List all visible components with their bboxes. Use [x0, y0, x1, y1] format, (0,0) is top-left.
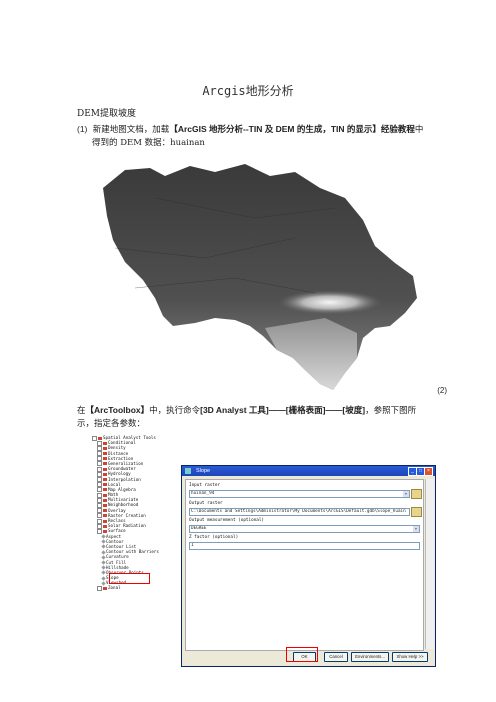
toolbox-icon — [103, 514, 107, 518]
toolbox-icon — [103, 483, 107, 487]
z-factor-field[interactable]: 1 — [189, 542, 420, 550]
toolbox-icon — [103, 457, 107, 461]
tool-icon — [185, 468, 191, 474]
toolbox-icon — [103, 519, 107, 523]
cancel-button[interactable]: Cancel — [324, 652, 348, 662]
toolbox-icon — [103, 493, 107, 497]
show-help-button[interactable]: Show Help >> — [392, 652, 428, 662]
toolbox-icon — [103, 524, 107, 528]
para2-pre: 在 — [77, 406, 86, 416]
dem-map-image — [103, 164, 417, 390]
toolbox-icon — [103, 498, 107, 502]
output-raster-field[interactable]: C:\Documents and Settings\Administrator\… — [189, 508, 410, 516]
input-raster-field[interactable]: huinan_94 ▾ — [189, 490, 410, 498]
dialog-scrollbar[interactable] — [425, 479, 434, 649]
z-factor-label: Z factor (optional) — [189, 535, 239, 540]
output-measurement-select[interactable]: DEGREE ▾ — [189, 525, 420, 533]
environments-button[interactable]: Environments... — [351, 652, 389, 662]
toolbox-icon — [103, 529, 107, 533]
expand-icon[interactable] — [97, 585, 102, 591]
tree-item-label: Zonal — [108, 585, 121, 591]
z-factor-value: 1 — [191, 543, 194, 548]
paragraph-2: 在【ArcToolbox】中，执行命令[3D Analyst 工具]——[栅格表… — [77, 404, 437, 417]
para2-line2: 示，指定各参数： — [77, 419, 146, 429]
toolbox-icon — [103, 503, 107, 507]
para2-bold-command: [3D Analyst 工具]——[栅格表面]——[坡度] — [200, 405, 366, 415]
slope-dialog: Slope _ □ × Input raster huinan_94 ▾ Outp… — [181, 465, 436, 667]
hammer-icon — [101, 555, 106, 560]
browse-folder-icon[interactable] — [411, 489, 422, 499]
input-raster-label: Input raster — [189, 483, 221, 488]
browse-folder-icon[interactable] — [411, 507, 422, 517]
toolbox-icon — [103, 462, 107, 466]
document-title: Arcgis地形分析 — [202, 84, 294, 98]
para1-post: 中 — [414, 125, 424, 135]
toolbox-icon — [103, 488, 107, 492]
toolbox-tree: Spatial Analyst Tools Conditional Density D… — [92, 435, 160, 670]
para2-bold-toolbox: 【ArcToolbox】 — [85, 405, 150, 415]
para2-mid: 中，执行命令 — [149, 406, 201, 416]
dialog-body: Input raster huinan_94 ▾ Output raster C:… — [185, 479, 424, 651]
toolbox-icon — [103, 467, 107, 471]
para1-pre: 新建地图文档，加载 — [92, 125, 170, 135]
toolbox-icon — [103, 586, 107, 590]
toolbox-icon — [103, 509, 107, 513]
para2-post: ，参照下图所 — [365, 406, 417, 416]
para1-number: (1) — [77, 124, 88, 134]
dropdown-arrow-icon[interactable]: ▾ — [403, 491, 409, 497]
output-measurement-label: Output measurement (optional) — [189, 518, 265, 523]
toolbox-icon — [98, 436, 102, 440]
dropdown-arrow-icon[interactable]: ▾ — [413, 526, 419, 532]
dialog-titlebar: Slope _ □ × — [182, 466, 435, 476]
ok-highlight-box — [286, 647, 318, 662]
hammer-icon — [101, 560, 106, 565]
para1-bold: 【ArcGIS 地形分析--TIN 及 DEM 的生成，TIN 的显示】经验教程 — [169, 124, 415, 134]
tree-item[interactable]: Zonal — [92, 585, 160, 591]
paragraph-1: (1) 新建地图文档，加载【ArcGIS 地形分析--TIN 及 DEM 的生成… — [77, 123, 427, 136]
input-raster-value: huinan_94 — [191, 491, 215, 496]
section-heading: DEM提取坡度 — [77, 109, 137, 119]
slope-highlight-box — [109, 573, 150, 584]
output-raster-label: Output raster — [189, 501, 223, 506]
close-icon[interactable]: × — [424, 467, 433, 476]
toolbox-icon — [103, 472, 107, 476]
output-raster-value: C:\Documents and Settings\Administrator\… — [191, 509, 406, 514]
toolbox-icon — [103, 446, 107, 450]
dialog-title: Slope — [196, 468, 211, 474]
toolbox-icon — [103, 478, 107, 481]
toolbox-icon — [103, 441, 107, 445]
toolbox-icon — [103, 452, 107, 456]
output-measurement-value: DEGREE — [191, 526, 207, 531]
para1-line2: 得到的 DEM 数据：huainan — [92, 138, 205, 148]
figure-number: (2) — [437, 386, 447, 395]
